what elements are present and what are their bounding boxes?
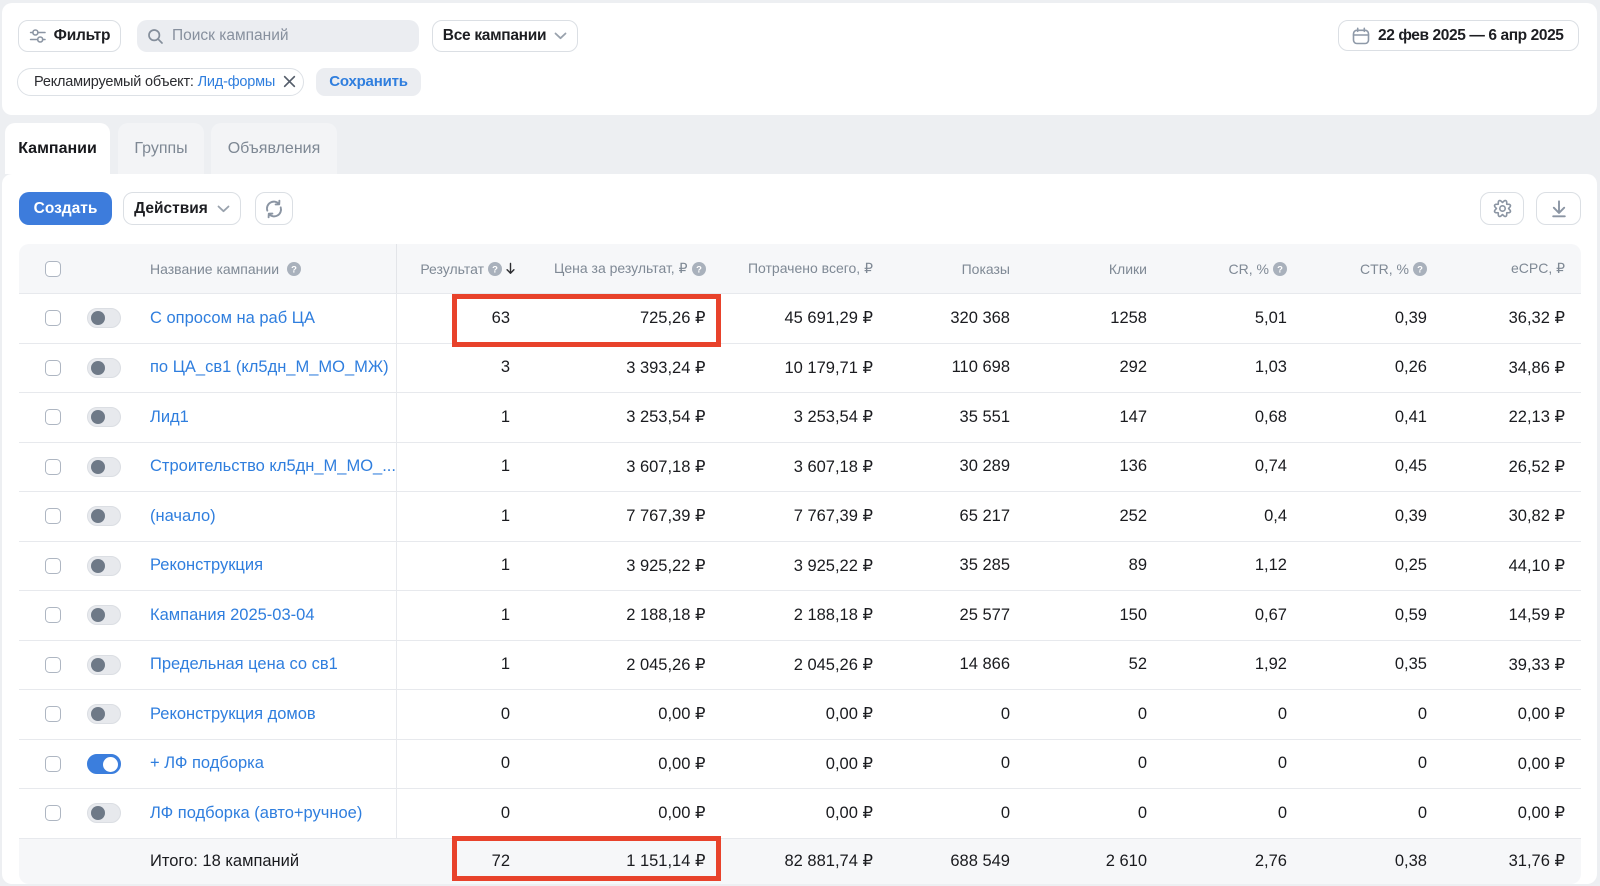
svg-text:?: ? <box>1277 264 1283 275</box>
svg-text:?: ? <box>696 264 702 275</box>
svg-text:?: ? <box>492 264 498 275</box>
svg-text:?: ? <box>1417 264 1423 275</box>
svg-text:?: ? <box>291 264 297 275</box>
